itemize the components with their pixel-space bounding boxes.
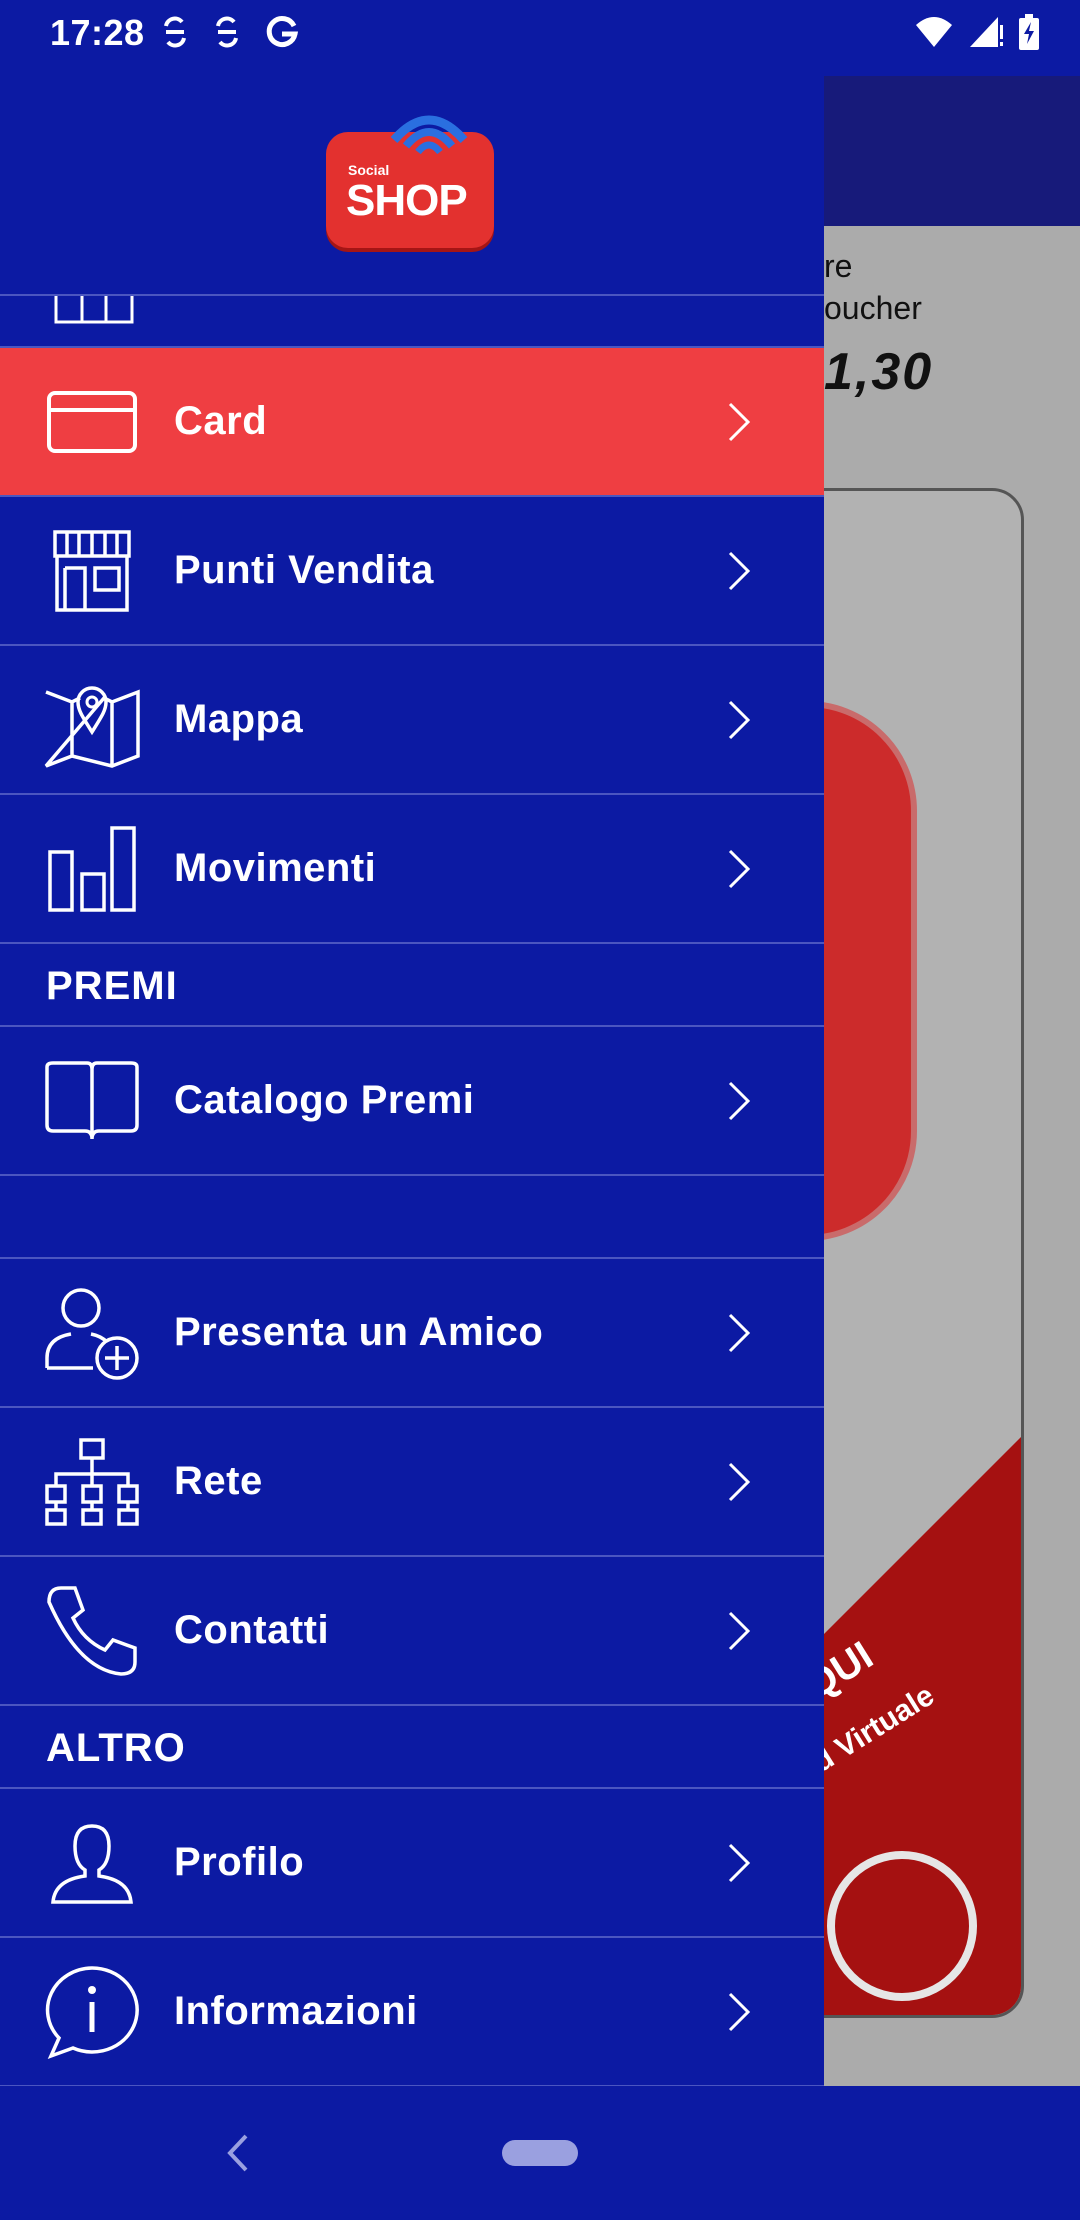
- info-bubble-icon: [42, 1962, 142, 2062]
- network-icon: [42, 1432, 142, 1532]
- menu-item-informazioni[interactable]: Informazioni: [0, 1938, 824, 2086]
- menu-item-contatti[interactable]: Contatti: [0, 1557, 824, 1706]
- background-app-screen: re oucher 1,30 QUI d Virtuale: [824, 76, 1080, 2086]
- background-virtual-card: QUI d Virtuale: [824, 488, 1024, 2018]
- menu-item-presenta-amico[interactable]: Presenta un Amico: [0, 1259, 824, 1408]
- signal-icon: [970, 17, 1003, 47]
- bar-chart-icon: [42, 819, 142, 919]
- battery-charging-icon: [1019, 14, 1039, 50]
- system-navigation-bar: [0, 2086, 1080, 2220]
- menu-item-card[interactable]: Card: [0, 348, 824, 497]
- background-card-graphic: [824, 701, 917, 1241]
- section-spacer: [0, 1176, 824, 1259]
- map-pin-icon: [42, 670, 142, 770]
- menu-item-movimenti[interactable]: Movimenti: [0, 795, 824, 944]
- status-system-icons: [914, 14, 1040, 50]
- section-label: PREMI: [46, 964, 178, 1008]
- logo-main-text: SHOP: [346, 176, 468, 225]
- background-card-ring: [827, 1851, 977, 2001]
- back-arrow-icon[interactable]: [222, 2130, 252, 2176]
- chevron-right-icon: [728, 551, 751, 590]
- chevron-right-icon: [728, 849, 751, 888]
- sync-icon: [164, 16, 186, 48]
- chevron-right-icon: [728, 402, 751, 441]
- background-text-line1: re: [824, 248, 853, 284]
- chevron-right-icon: [728, 1611, 751, 1650]
- storefront-partial-icon: [54, 296, 134, 324]
- chevron-right-icon: [728, 1843, 751, 1882]
- social-shop-logo: Social SHOP: [326, 115, 494, 248]
- menu-item-label: Contatti: [174, 1608, 330, 1652]
- section-header-premi: PREMI: [0, 944, 824, 1027]
- menu-item-mappa[interactable]: Mappa: [0, 646, 824, 795]
- drawer-header: Social SHOP: [0, 76, 824, 296]
- menu-item-label: Mappa: [174, 697, 304, 741]
- wifi-icon: [916, 17, 952, 47]
- menu-item-profilo[interactable]: Profilo: [0, 1789, 824, 1938]
- phone-icon: [42, 1581, 142, 1681]
- background-app-header: [824, 76, 1080, 226]
- menu-item-rete[interactable]: Rete: [0, 1408, 824, 1557]
- menu-item-label: Catalogo Premi: [174, 1078, 475, 1122]
- section-label: ALTRO: [46, 1726, 186, 1770]
- status-time: 17:28: [50, 12, 145, 53]
- menu-item-label: Profilo: [174, 1840, 305, 1884]
- chevron-right-icon: [728, 700, 751, 739]
- status-notification-icons: [160, 14, 300, 50]
- chevron-right-icon: [728, 1313, 751, 1352]
- sync-icon: [216, 16, 238, 48]
- menu-item-partial[interactable]: [0, 296, 824, 348]
- menu-item-catalogo-premi[interactable]: Catalogo Premi: [0, 1027, 824, 1176]
- section-header-altro: ALTRO: [0, 1706, 824, 1789]
- status-bar: 17:28: [0, 0, 1080, 76]
- add-user-icon: [42, 1283, 142, 1383]
- menu-item-label: Informazioni: [174, 1989, 418, 2033]
- background-text-line2: oucher: [824, 290, 922, 326]
- open-book-icon: [42, 1051, 142, 1151]
- menu-item-punti-vendita[interactable]: Punti Vendita: [0, 497, 824, 646]
- background-amount: 1,30: [824, 343, 934, 401]
- menu-item-label: Movimenti: [174, 846, 377, 890]
- menu-item-label: Presenta un Amico: [174, 1310, 544, 1354]
- navigation-drawer: Social SHOP Card Punti Vendita Mappa Mov…: [0, 76, 824, 2086]
- menu-item-label: Rete: [174, 1459, 263, 1503]
- menu-item-label: Card: [174, 399, 268, 443]
- credit-card-icon: [42, 372, 142, 472]
- chevron-right-icon: [728, 1992, 751, 2031]
- store-icon: [42, 521, 142, 621]
- wifi-logo-icon: [390, 115, 468, 155]
- chevron-right-icon: [728, 1462, 751, 1501]
- user-icon: [42, 1813, 142, 1913]
- menu-item-label: Punti Vendita: [174, 548, 434, 592]
- home-pill-button[interactable]: [502, 2140, 578, 2166]
- google-icon: [266, 16, 299, 48]
- chevron-right-icon: [728, 1081, 751, 1120]
